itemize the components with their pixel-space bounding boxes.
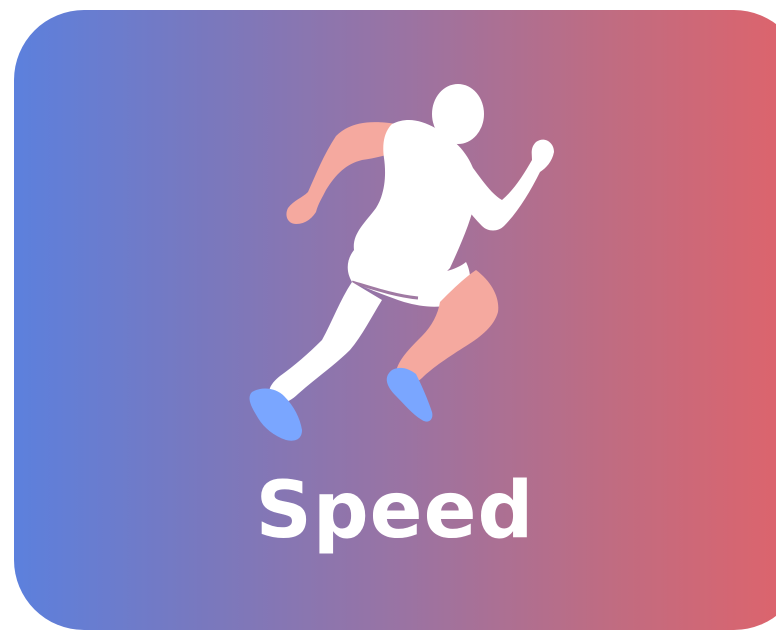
speed-card[interactable]: Speed [14, 10, 776, 630]
back-leg [269, 282, 382, 403]
running-person-icon [249, 84, 554, 441]
front-shoe [386, 367, 433, 422]
card-label: Speed [255, 466, 535, 556]
